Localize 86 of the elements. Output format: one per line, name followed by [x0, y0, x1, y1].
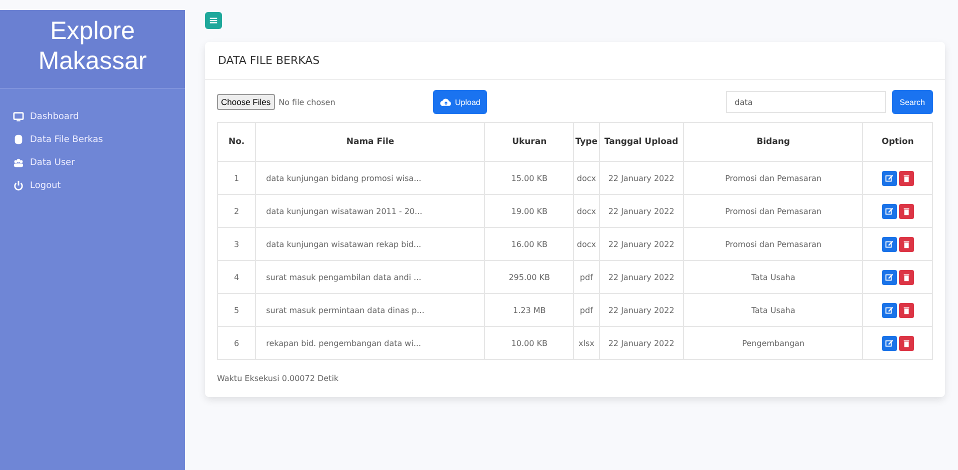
table-cell: data kunjungan wisatawan rekap bid... — [256, 228, 485, 260]
execution-time: Waktu Eksekusi 0.00072 Detik — [217, 374, 340, 383]
delete-button[interactable] — [898, 302, 914, 318]
edit-button[interactable] — [882, 204, 897, 218]
sidebar-item[interactable]: Data File Berkas — [0, 128, 185, 151]
table-cell: 10.00 KB — [484, 326, 574, 360]
column-header: No. — [218, 122, 256, 162]
users-icon — [13, 157, 24, 168]
trash-icon — [902, 338, 911, 348]
table-cell: 22 January 2022 — [599, 194, 684, 228]
choose-files-button[interactable]: Choose Files — [217, 94, 275, 110]
table-cell: Tata Usaha — [684, 260, 863, 294]
table-cell: 5 — [218, 294, 256, 326]
column-header: Bidang — [684, 122, 863, 162]
sidebar-item[interactable]: Data User — [0, 151, 185, 174]
card-title: DATA FILE BERKAS — [218, 54, 320, 67]
table-cell: 22 January 2022 — [599, 162, 684, 194]
edit-icon — [884, 206, 894, 216]
database-icon — [13, 134, 24, 145]
column-header: Tanggal Upload — [599, 122, 684, 162]
table-cell: surat masuk pengambilan data andi ... — [256, 260, 485, 294]
table-cell: 19.00 KB — [484, 194, 574, 228]
table-cell: Pengembangan — [684, 326, 863, 360]
table-cell: pdf — [574, 260, 600, 294]
edit-button[interactable] — [882, 270, 897, 284]
trash-icon — [902, 306, 911, 314]
edit-button[interactable] — [882, 170, 897, 186]
trash-icon — [902, 206, 911, 216]
table-cell: xlsx — [574, 326, 600, 360]
brand-title: Explore Makassar — [0, 10, 185, 89]
search-button[interactable]: Search — [892, 90, 933, 114]
table-cell: 4 — [218, 260, 256, 294]
table-cell: surat masuk permintaan data dinas p... — [256, 294, 485, 326]
delete-button[interactable] — [898, 204, 914, 218]
column-header: Nama File — [256, 122, 485, 162]
upload-button[interactable]: Upload — [433, 90, 488, 114]
table-cell: Tata Usaha — [684, 294, 863, 326]
table-cell: Promosi dan Pemasaran — [684, 194, 863, 228]
edit-button[interactable] — [882, 302, 897, 318]
table-cell: 22 January 2022 — [599, 326, 684, 360]
delete-button[interactable] — [898, 336, 914, 350]
delete-button[interactable] — [898, 170, 914, 186]
trash-icon — [902, 240, 911, 248]
menu-button[interactable] — [205, 12, 222, 29]
table-cell: docx — [574, 162, 600, 194]
column-header: Type — [574, 122, 600, 162]
edit-icon — [884, 272, 894, 282]
edit-icon — [884, 174, 894, 182]
edit-button[interactable] — [882, 336, 897, 350]
table-cell: data kunjungan wisatawan 2011 - 20... — [256, 194, 485, 228]
column-header: Ukuran — [484, 122, 574, 162]
table-cell: pdf — [574, 294, 600, 326]
trash-icon — [902, 174, 911, 182]
delete-button[interactable] — [898, 270, 914, 284]
power-icon — [13, 180, 24, 191]
table-cell: 2 — [218, 194, 256, 228]
sidebar-item[interactable]: Logout — [0, 174, 185, 197]
file-status: No file chosen — [278, 98, 336, 106]
table-cell: data kunjungan bidang promosi wisa... — [256, 162, 485, 194]
delete-button[interactable] — [898, 236, 914, 252]
edit-button[interactable] — [882, 236, 897, 252]
monitor-icon — [13, 111, 24, 122]
table-cell: 22 January 2022 — [599, 294, 684, 326]
table-cell: 22 January 2022 — [599, 228, 684, 260]
edit-icon — [884, 240, 894, 248]
table-cell: 295.00 KB — [484, 260, 574, 294]
edit-icon — [884, 306, 894, 314]
search-field[interactable]: data — [726, 91, 886, 113]
table-cell: 3 — [218, 228, 256, 260]
table-cell: Promosi dan Pemasaran — [684, 228, 863, 260]
trash-icon — [902, 272, 911, 282]
table-cell: 15.00 KB — [484, 162, 574, 194]
cloud-upload-icon — [440, 98, 452, 106]
table-cell: 22 January 2022 — [599, 260, 684, 294]
table-cell: docx — [574, 228, 600, 260]
column-header: Option — [862, 122, 932, 162]
table-cell: 16.00 KB — [484, 228, 574, 260]
sidebar-item[interactable]: Dashboard — [0, 105, 185, 128]
table-cell: Promosi dan Pemasaran — [684, 162, 863, 194]
table-cell: 1 — [218, 162, 256, 194]
table-cell: 6 — [218, 326, 256, 360]
table-cell: docx — [574, 194, 600, 228]
table-cell: rekapan bid. pengembangan data wi... — [256, 326, 485, 360]
table-cell: 1.23 MB — [484, 294, 574, 326]
edit-icon — [884, 338, 894, 348]
menu-icon — [209, 16, 218, 25]
